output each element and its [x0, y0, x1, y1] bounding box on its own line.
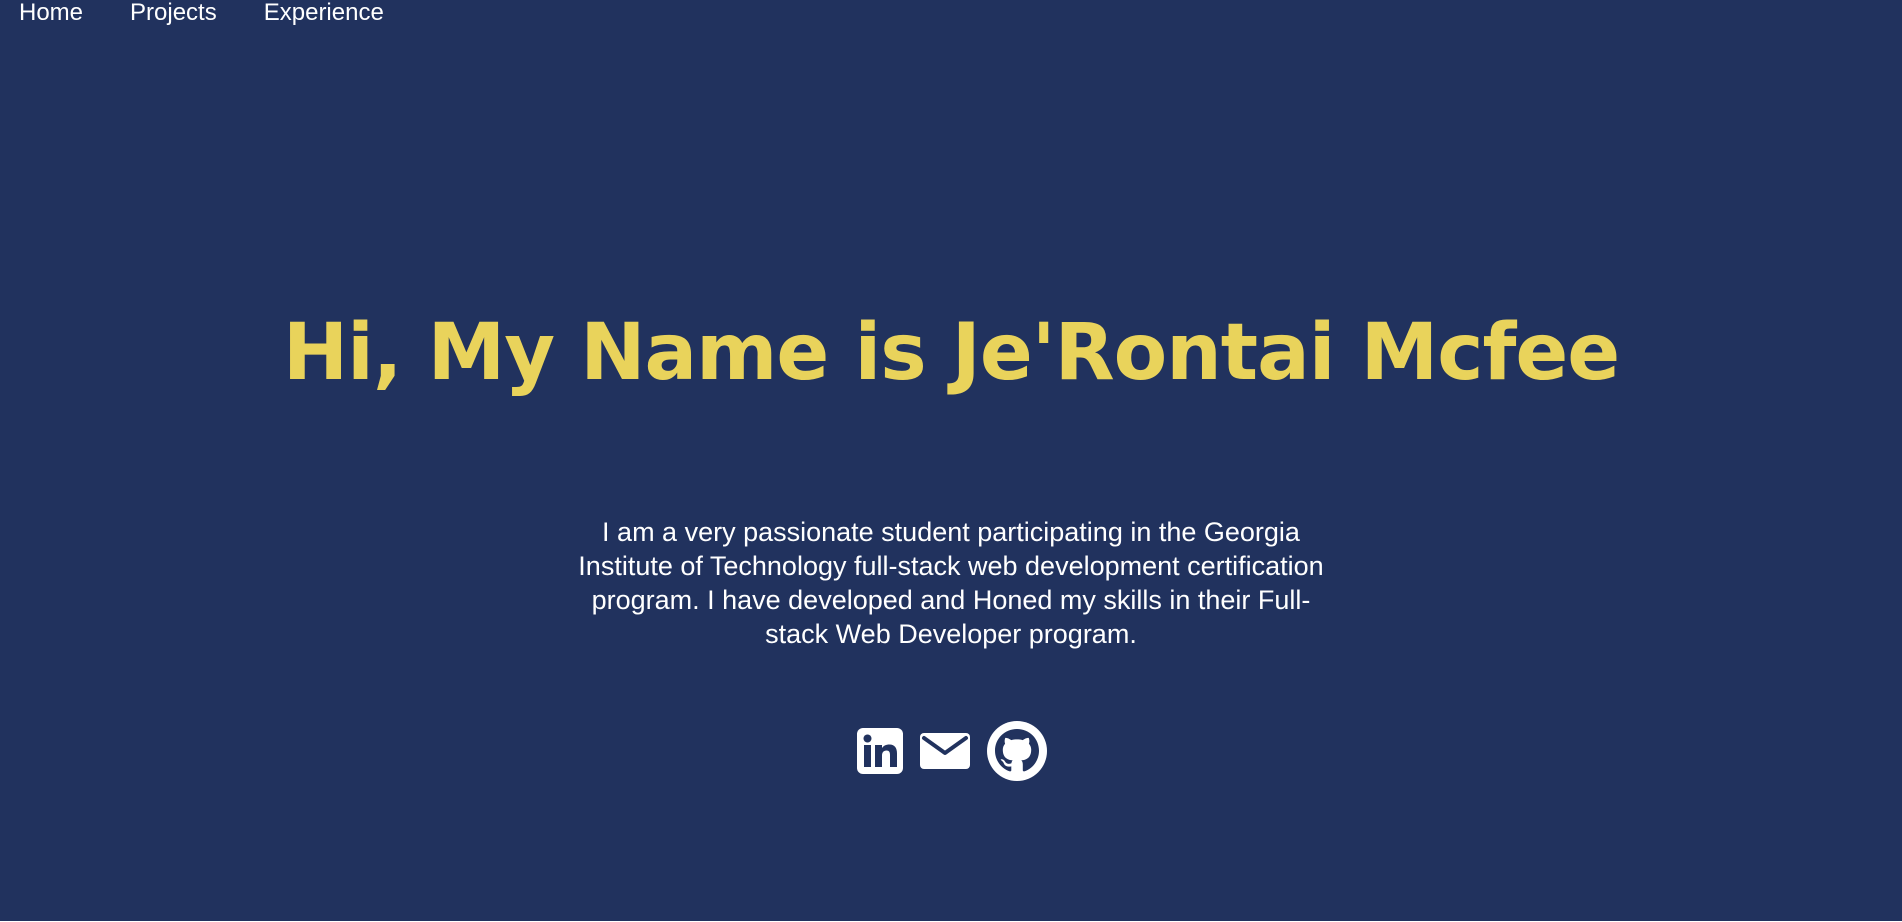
hero-title: Hi, My Name is Je'Rontai Mcfee — [282, 308, 1620, 398]
email-icon — [920, 733, 970, 769]
github-icon — [987, 721, 1047, 781]
social-links — [856, 720, 1048, 782]
email-link[interactable] — [918, 727, 972, 775]
top-nav: Home Projects Experience — [19, 0, 431, 30]
nav-link-projects[interactable]: Projects — [130, 0, 217, 26]
linkedin-link[interactable] — [856, 727, 904, 775]
bio-text: I am a very passionate student participa… — [578, 517, 1324, 649]
github-link[interactable] — [986, 720, 1048, 782]
nav-link-experience[interactable]: Experience — [264, 0, 384, 26]
linkedin-icon — [857, 728, 903, 774]
nav-link-home[interactable]: Home — [19, 0, 83, 26]
